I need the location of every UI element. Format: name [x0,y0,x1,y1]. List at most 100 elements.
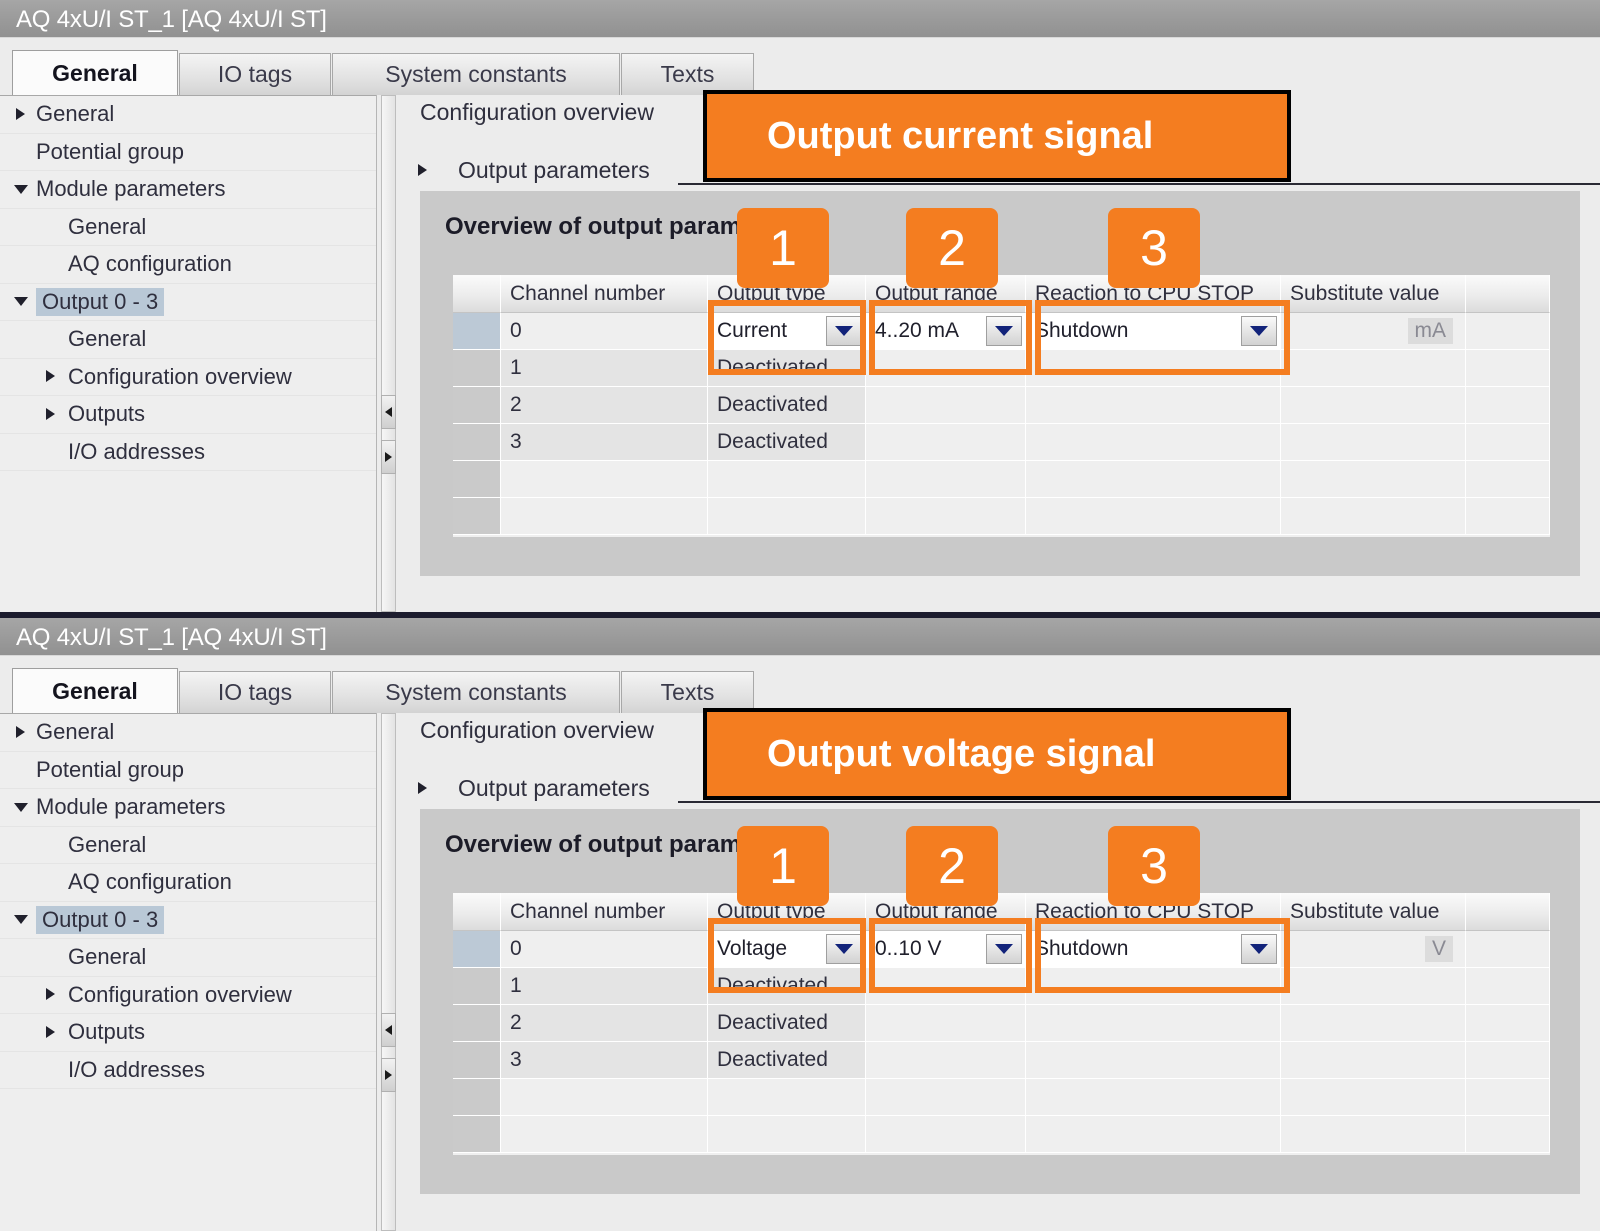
sidebar-item-module-parameters[interactable]: Module parameters [0,789,376,827]
cell-output-type[interactable]: Deactivated [708,387,866,424]
column-header-channel-number[interactable]: Channel number [501,893,708,931]
table-row[interactable] [453,498,1550,535]
tab-texts[interactable]: Texts [621,53,754,95]
row-selector[interactable] [453,387,501,424]
column-header-spacer[interactable] [1466,893,1550,931]
panel-splitter[interactable] [376,95,399,612]
table-row[interactable]: 1 Deactivated [453,350,1550,387]
cell-channel-number[interactable] [501,1079,708,1116]
splitter-collapse-right-button[interactable] [381,1058,396,1092]
splitter-track[interactable] [381,713,396,1231]
cell-channel-number[interactable]: 1 [501,350,708,387]
panel-splitter[interactable] [376,713,399,1231]
splitter-collapse-right-button[interactable] [381,440,396,474]
sidebar-item-io-addresses[interactable]: I/O addresses [0,434,376,471]
chevron-right-icon[interactable] [418,782,427,794]
column-header-channel-number[interactable]: Channel number [501,275,708,313]
chevron-down-icon[interactable] [986,316,1022,346]
cell-output-range[interactable] [866,1042,1026,1079]
column-header-select[interactable] [453,275,501,313]
sidebar-item-potential-group[interactable]: Potential group [0,752,376,789]
dropdown-output-range[interactable]: 4..20 mA [866,313,1026,350]
cell-output-type[interactable]: Deactivated [708,1042,866,1079]
chevron-down-icon[interactable] [14,915,28,925]
table-row[interactable] [453,1116,1550,1153]
sidebar-item-module-general[interactable]: General [0,209,376,246]
cell-substitute-value[interactable] [1281,461,1466,498]
row-selector[interactable] [453,1079,501,1116]
navigation-tree[interactable]: General Potential group Module parameter… [0,713,376,1231]
chevron-down-icon[interactable] [14,297,28,307]
cell-channel-number[interactable]: 3 [501,424,708,461]
dropdown-reaction-cpu-stop[interactable]: Shutdown [1026,313,1281,350]
cell-reaction-cpu-stop[interactable] [1026,461,1281,498]
row-selector[interactable] [453,350,501,387]
sidebar-item-output-general[interactable]: General [0,321,376,359]
cell-substitute-value[interactable] [1281,424,1466,461]
cell-channel-number[interactable] [501,1116,708,1153]
cell-channel-number[interactable]: 3 [501,1042,708,1079]
table-row[interactable]: 3 Deactivated [453,1042,1550,1079]
cell-channel-number[interactable] [501,461,708,498]
cell-substitute-value[interactable] [1281,1005,1466,1042]
cell-output-type[interactable]: Deactivated [708,1005,866,1042]
cell-output-type[interactable] [708,1079,866,1116]
row-selector[interactable] [453,498,501,535]
cell-substitute-value[interactable] [1281,1079,1466,1116]
sidebar-item-io-addresses[interactable]: I/O addresses [0,1052,376,1089]
table-row[interactable]: 0 Current 4..20 mA Shutdown mA [453,313,1550,350]
row-selector[interactable] [453,313,501,350]
cell-substitute-value[interactable]: mA [1281,313,1466,350]
tab-io-tags[interactable]: IO tags [179,671,331,713]
row-selector[interactable] [453,1005,501,1042]
tab-texts[interactable]: Texts [621,671,754,713]
cell-channel-number[interactable]: 1 [501,968,708,1005]
table-row[interactable]: 0 Voltage 0..10 V Shutdown V [453,931,1550,968]
cell-reaction-cpu-stop[interactable] [1026,1042,1281,1079]
cell-output-range[interactable] [866,424,1026,461]
cell-output-type[interactable]: Deactivated [708,424,866,461]
cell-output-type[interactable] [708,1116,866,1153]
cell-output-range[interactable] [866,1116,1026,1153]
cell-reaction-cpu-stop[interactable] [1026,1079,1281,1116]
dropdown-output-type[interactable]: Current [708,313,866,350]
cell-output-range[interactable] [866,461,1026,498]
row-selector[interactable] [453,424,501,461]
navigation-tree[interactable]: General Potential group Module parameter… [0,95,376,612]
cell-output-range[interactable] [866,1005,1026,1042]
row-selector[interactable] [453,461,501,498]
row-selector[interactable] [453,968,501,1005]
sidebar-item-aq-configuration[interactable]: AQ configuration [0,864,376,902]
splitter-track[interactable] [381,95,396,612]
chevron-right-icon[interactable] [46,370,55,383]
sidebar-item-output-general[interactable]: General [0,939,376,977]
splitter-collapse-left-button[interactable] [381,395,396,429]
cell-reaction-cpu-stop[interactable] [1026,424,1281,461]
sidebar-item-general[interactable]: General [0,96,376,134]
section-output-parameters[interactable]: Output parameters [418,157,650,184]
column-header-spacer[interactable] [1466,275,1550,313]
cell-reaction-cpu-stop[interactable] [1026,350,1281,387]
cell-output-type[interactable] [708,498,866,535]
cell-output-range[interactable] [866,498,1026,535]
output-parameters-table[interactable]: Channel number Output type Output range … [453,893,1550,1155]
chevron-right-icon[interactable] [418,164,427,176]
cell-substitute-value[interactable] [1281,1042,1466,1079]
sidebar-item-output-0-3[interactable]: Output 0 - 3 [0,284,376,321]
chevron-right-icon[interactable] [46,1025,55,1038]
cell-reaction-cpu-stop[interactable] [1026,387,1281,424]
dropdown-output-type[interactable]: Voltage [708,931,866,968]
cell-substitute-value[interactable]: V [1281,931,1466,968]
sidebar-item-output-0-3[interactable]: Output 0 - 3 [0,902,376,939]
table-row[interactable]: 2 Deactivated [453,1005,1550,1042]
chevron-down-icon[interactable] [826,316,862,346]
sidebar-item-aq-configuration[interactable]: AQ configuration [0,246,376,284]
column-header-substitute-value[interactable]: Substitute value [1281,893,1466,931]
cell-substitute-value[interactable] [1281,1116,1466,1153]
sidebar-item-configuration-overview[interactable]: Configuration overview [0,977,376,1014]
cell-reaction-cpu-stop[interactable] [1026,1005,1281,1042]
cell-reaction-cpu-stop[interactable] [1026,1116,1281,1153]
cell-reaction-cpu-stop[interactable] [1026,498,1281,535]
tab-system-constants[interactable]: System constants [332,53,620,95]
cell-channel-number[interactable]: 2 [501,387,708,424]
